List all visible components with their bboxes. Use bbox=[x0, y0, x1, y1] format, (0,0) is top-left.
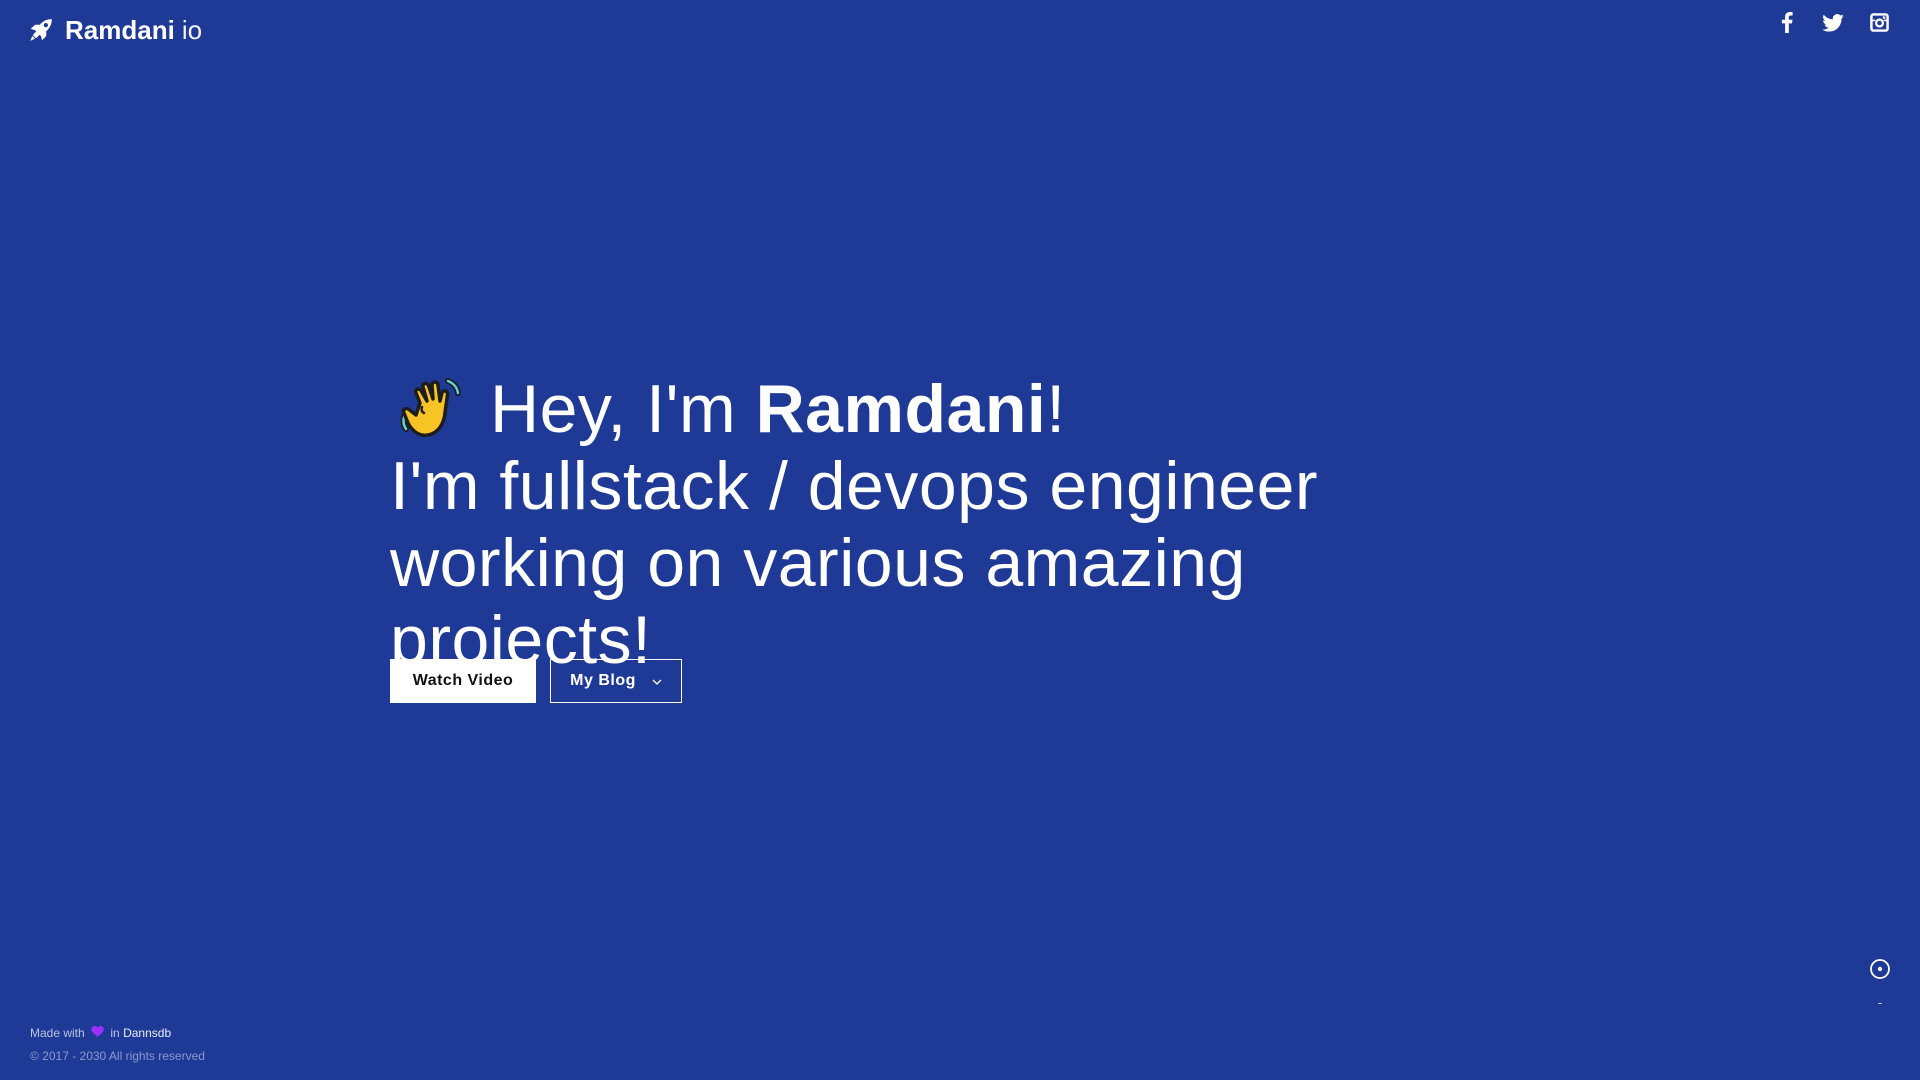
my-blog-label: My Blog bbox=[570, 672, 636, 689]
brand-suffix: io bbox=[181, 15, 203, 45]
waving-hand-emoji bbox=[396, 373, 468, 445]
instagram-icon bbox=[1869, 13, 1889, 37]
facebook-icon bbox=[1781, 12, 1793, 38]
rocket-icon bbox=[28, 17, 54, 43]
scroll-circle-icon bbox=[1869, 958, 1891, 985]
watch-video-button[interactable]: Watch Video bbox=[390, 659, 536, 703]
twitter-icon bbox=[1822, 13, 1844, 37]
hero-name: Ramdani bbox=[755, 371, 1047, 447]
my-blog-button[interactable]: My Blog bbox=[550, 659, 682, 703]
hero-greeting-prefix: Hey, I'm bbox=[490, 371, 756, 447]
scroll-dot bbox=[1878, 1003, 1882, 1004]
footer-made-with: Made with bbox=[30, 1025, 85, 1040]
footer-copyright: © 2017 - 2030 All rights reserved bbox=[30, 1049, 205, 1063]
hero-title: Hey, I'm Ramdani! bbox=[390, 370, 1590, 448]
footer-credit: Made with in Dannsdb bbox=[30, 1022, 205, 1045]
brand-text: Ramdani io bbox=[65, 12, 202, 48]
facebook-link[interactable] bbox=[1776, 12, 1798, 38]
brand-name: Ramdani bbox=[65, 15, 175, 45]
footer-in-text: in bbox=[110, 1025, 120, 1040]
social-links bbox=[1776, 12, 1890, 38]
hero-section: Hey, I'm Ramdani! I'm fullstack / devops… bbox=[390, 370, 1590, 679]
scroll-down-indicator[interactable] bbox=[1868, 958, 1892, 1004]
footer-author-link[interactable]: Dannsdb bbox=[123, 1026, 171, 1040]
hero-subtitle: I'm fullstack / devops engineer working … bbox=[390, 448, 1319, 678]
twitter-link[interactable] bbox=[1822, 13, 1844, 37]
brand-logo[interactable]: Ramdani io bbox=[28, 12, 202, 48]
heart-icon bbox=[91, 1022, 104, 1045]
footer: Made with in Dannsdb © 2017 - 2030 All r… bbox=[30, 1022, 205, 1068]
instagram-link[interactable] bbox=[1868, 13, 1890, 37]
hero-buttons: Watch Video My Blog bbox=[390, 659, 682, 703]
hero-greeting-suffix: ! bbox=[1046, 371, 1066, 447]
chevron-down-icon bbox=[652, 672, 662, 690]
